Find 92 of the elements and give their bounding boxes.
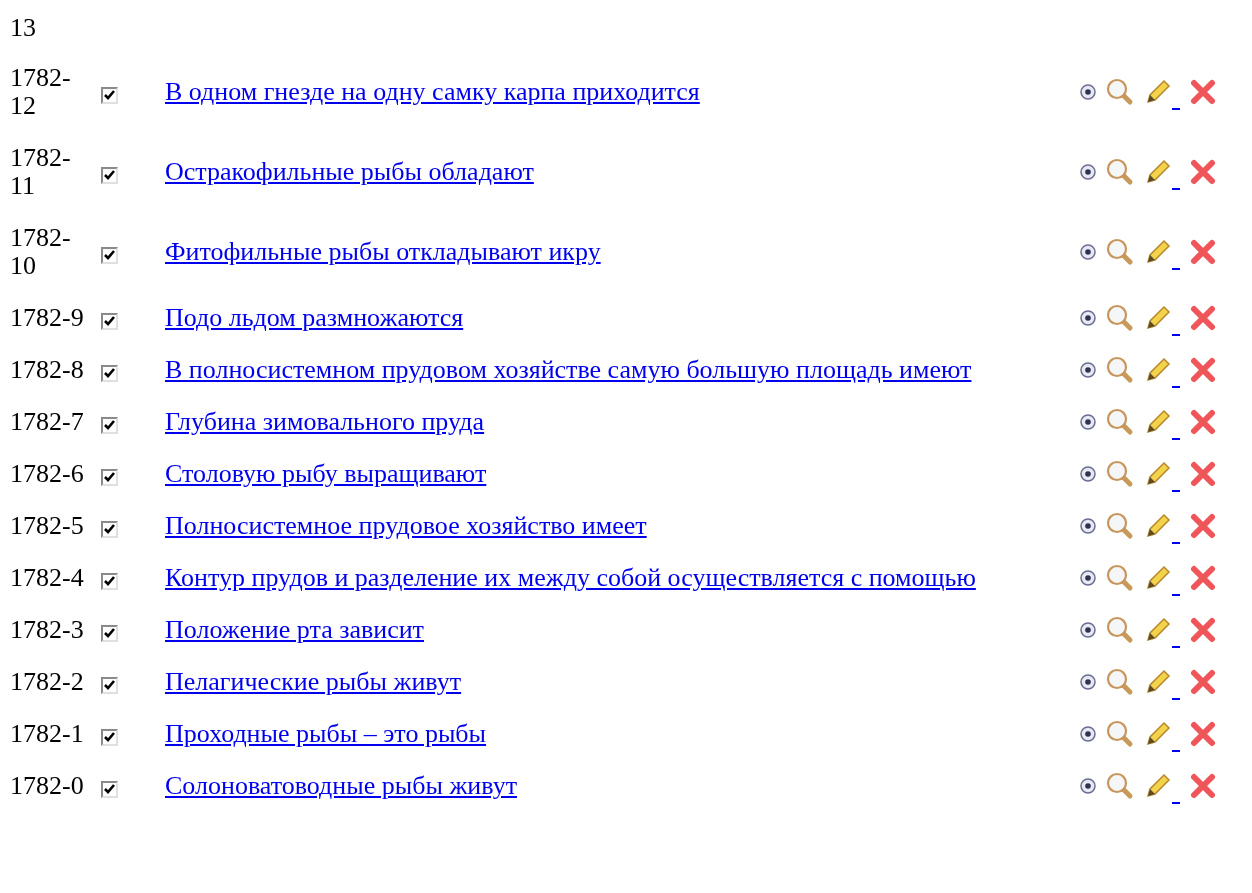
- magnifier-icon[interactable]: [1106, 460, 1134, 488]
- question-id: 1782-12: [10, 63, 71, 120]
- checkbox[interactable]: [101, 364, 118, 382]
- pencil-icon[interactable]: [1144, 158, 1172, 186]
- checkbox[interactable]: [101, 166, 118, 184]
- radio-icon[interactable]: [1080, 414, 1096, 430]
- question-link[interactable]: Проходные рыбы – это рыбы: [165, 719, 487, 748]
- question-id: 1782-5: [10, 511, 84, 540]
- magnifier-icon[interactable]: [1106, 512, 1134, 540]
- pencil-icon[interactable]: [1144, 460, 1172, 488]
- delete-icon[interactable]: [1190, 617, 1216, 643]
- pencil-icon[interactable]: [1144, 512, 1172, 540]
- question-id: 1782-2: [10, 667, 84, 696]
- question-id: 1782-3: [10, 615, 84, 644]
- question-link[interactable]: В полносистемном прудовом хозяйстве самую большую площадь имеют: [165, 355, 972, 384]
- magnifier-icon[interactable]: [1106, 158, 1134, 186]
- pencil-icon[interactable]: [1144, 772, 1172, 800]
- magnifier-icon[interactable]: [1106, 616, 1134, 644]
- question-link[interactable]: Подо льдом размножаются: [165, 303, 464, 332]
- magnifier-icon[interactable]: [1106, 720, 1134, 748]
- question-id: 1782-0: [10, 771, 84, 800]
- delete-icon[interactable]: [1190, 461, 1216, 487]
- question-id: 1782-7: [10, 407, 84, 436]
- delete-icon[interactable]: [1190, 669, 1216, 695]
- question-id: 1782-4: [10, 563, 84, 592]
- checkbox[interactable]: [101, 520, 118, 538]
- checkbox[interactable]: [101, 312, 118, 330]
- radio-icon[interactable]: [1080, 244, 1096, 260]
- pencil-icon[interactable]: [1144, 564, 1172, 592]
- radio-icon[interactable]: [1080, 726, 1096, 742]
- question-id: 1782-6: [10, 459, 84, 488]
- checkbox[interactable]: [101, 572, 118, 590]
- checkbox[interactable]: [101, 246, 118, 264]
- pencil-icon[interactable]: [1144, 238, 1172, 266]
- question-id: 1782-11: [10, 143, 71, 200]
- pencil-icon[interactable]: [1144, 668, 1172, 696]
- radio-icon[interactable]: [1080, 164, 1096, 180]
- question-link[interactable]: Солоноватоводные рыбы живут: [165, 771, 517, 800]
- magnifier-icon[interactable]: [1106, 772, 1134, 800]
- checkbox[interactable]: [101, 624, 118, 642]
- question-link[interactable]: Пелагические рыбы живут: [165, 667, 462, 696]
- pencil-icon[interactable]: [1144, 720, 1172, 748]
- radio-icon[interactable]: [1080, 778, 1096, 794]
- question-link[interactable]: Положение рта зависит: [165, 615, 424, 644]
- question-link[interactable]: Фитофильные рыбы откладывают икру: [165, 237, 601, 266]
- pencil-icon[interactable]: [1144, 304, 1172, 332]
- question-link[interactable]: Контур прудов и разделение их между собой осуществляется с помощью: [165, 563, 976, 592]
- magnifier-icon[interactable]: [1106, 564, 1134, 592]
- delete-icon[interactable]: [1190, 721, 1216, 747]
- magnifier-icon[interactable]: [1106, 668, 1134, 696]
- question-link[interactable]: Глубина зимовального пруда: [165, 407, 485, 436]
- radio-icon[interactable]: [1080, 466, 1096, 482]
- radio-icon[interactable]: [1080, 518, 1096, 534]
- checkbox[interactable]: [101, 468, 118, 486]
- question-id: 1782-1: [10, 719, 84, 748]
- magnifier-icon[interactable]: [1106, 356, 1134, 384]
- delete-icon[interactable]: [1190, 79, 1216, 105]
- checkbox[interactable]: [101, 416, 118, 434]
- checkbox[interactable]: [101, 780, 118, 798]
- page-number: 13: [10, 13, 36, 42]
- question-id: 1782-10: [10, 223, 71, 280]
- radio-icon[interactable]: [1080, 570, 1096, 586]
- radio-icon[interactable]: [1080, 622, 1096, 638]
- magnifier-icon[interactable]: [1106, 78, 1134, 106]
- question-link[interactable]: Полносистемное прудовое хозяйство имеет: [165, 511, 647, 540]
- magnifier-icon[interactable]: [1106, 238, 1134, 266]
- delete-icon[interactable]: [1190, 305, 1216, 331]
- delete-icon[interactable]: [1190, 773, 1216, 799]
- question-id: 1782-9: [10, 303, 84, 332]
- pencil-icon[interactable]: [1144, 356, 1172, 384]
- radio-icon[interactable]: [1080, 310, 1096, 326]
- question-id: 1782-8: [10, 355, 84, 384]
- radio-icon[interactable]: [1080, 84, 1096, 100]
- delete-icon[interactable]: [1190, 357, 1216, 383]
- question-link[interactable]: Столовую рыбу выращивают: [165, 459, 487, 488]
- pencil-icon[interactable]: [1144, 78, 1172, 106]
- radio-icon[interactable]: [1080, 362, 1096, 378]
- question-link[interactable]: Остракофильные рыбы обладают: [165, 157, 534, 186]
- pencil-icon[interactable]: [1144, 408, 1172, 436]
- pencil-icon[interactable]: [1144, 616, 1172, 644]
- magnifier-icon[interactable]: [1106, 304, 1134, 332]
- delete-icon[interactable]: [1190, 409, 1216, 435]
- magnifier-icon[interactable]: [1106, 408, 1134, 436]
- checkbox[interactable]: [101, 728, 118, 746]
- question-link[interactable]: В одном гнезде на одну самку карпа приходится: [165, 77, 700, 106]
- delete-icon[interactable]: [1190, 565, 1216, 591]
- radio-icon[interactable]: [1080, 674, 1096, 690]
- delete-icon[interactable]: [1190, 159, 1216, 185]
- checkbox[interactable]: [101, 86, 118, 104]
- delete-icon[interactable]: [1190, 239, 1216, 265]
- checkbox[interactable]: [101, 676, 118, 694]
- delete-icon[interactable]: [1190, 513, 1216, 539]
